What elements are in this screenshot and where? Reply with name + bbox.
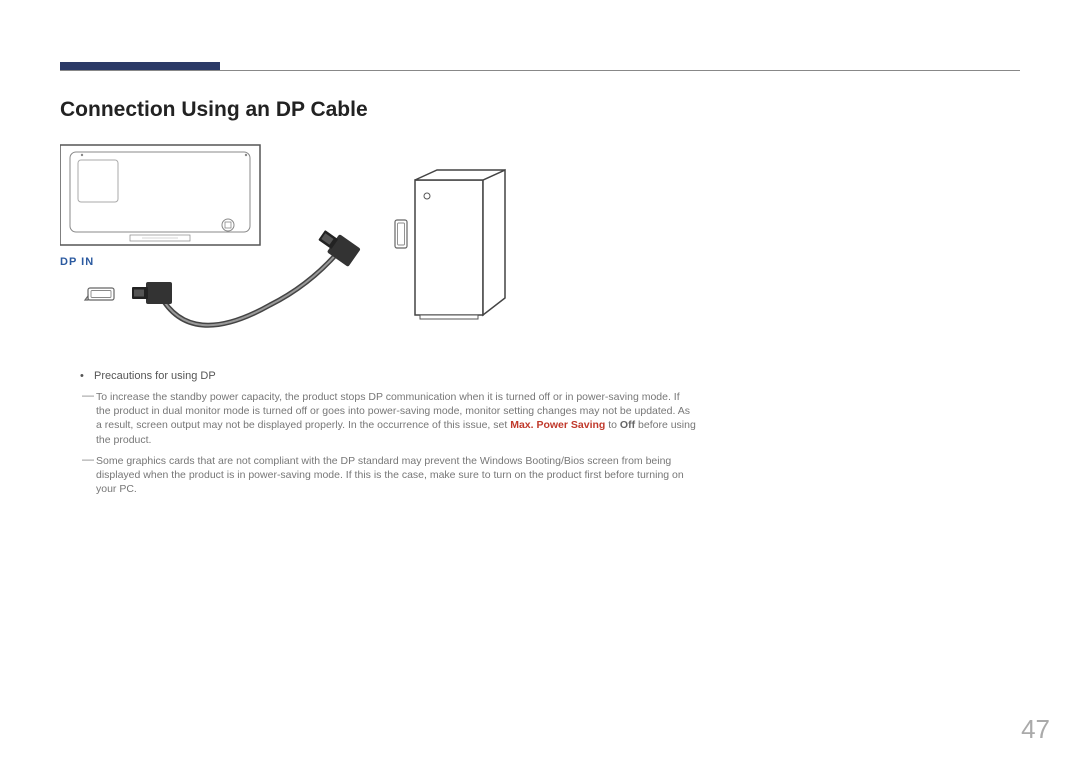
note-1-max-power-saving: Max. Power Saving	[510, 419, 605, 431]
note-1: ― To increase the standby power capacity…	[96, 390, 696, 447]
connection-diagram	[60, 140, 530, 360]
manual-page: Connection Using an DP Cable	[0, 0, 1080, 763]
port-label-dp-in: DP IN	[60, 256, 94, 268]
header-tab-block	[60, 62, 220, 70]
bullet-dot-icon: •	[80, 370, 94, 382]
note-2: ― Some graphics cards that are not compl…	[96, 454, 696, 497]
note-2-text: Some graphics cards that are not complia…	[96, 455, 684, 495]
note-1-off: Off	[620, 419, 635, 431]
precautions-label: Precautions for using DP	[94, 370, 216, 382]
header-rule	[60, 70, 1020, 71]
precautions-bullet: •Precautions for using DP	[80, 370, 216, 382]
note-1-text-mid: to	[605, 419, 620, 431]
dash-icon: ―	[82, 387, 94, 403]
section-title: Connection Using an DP Cable	[60, 98, 368, 122]
page-number: 47	[1021, 714, 1050, 745]
dash-icon: ―	[82, 451, 94, 467]
